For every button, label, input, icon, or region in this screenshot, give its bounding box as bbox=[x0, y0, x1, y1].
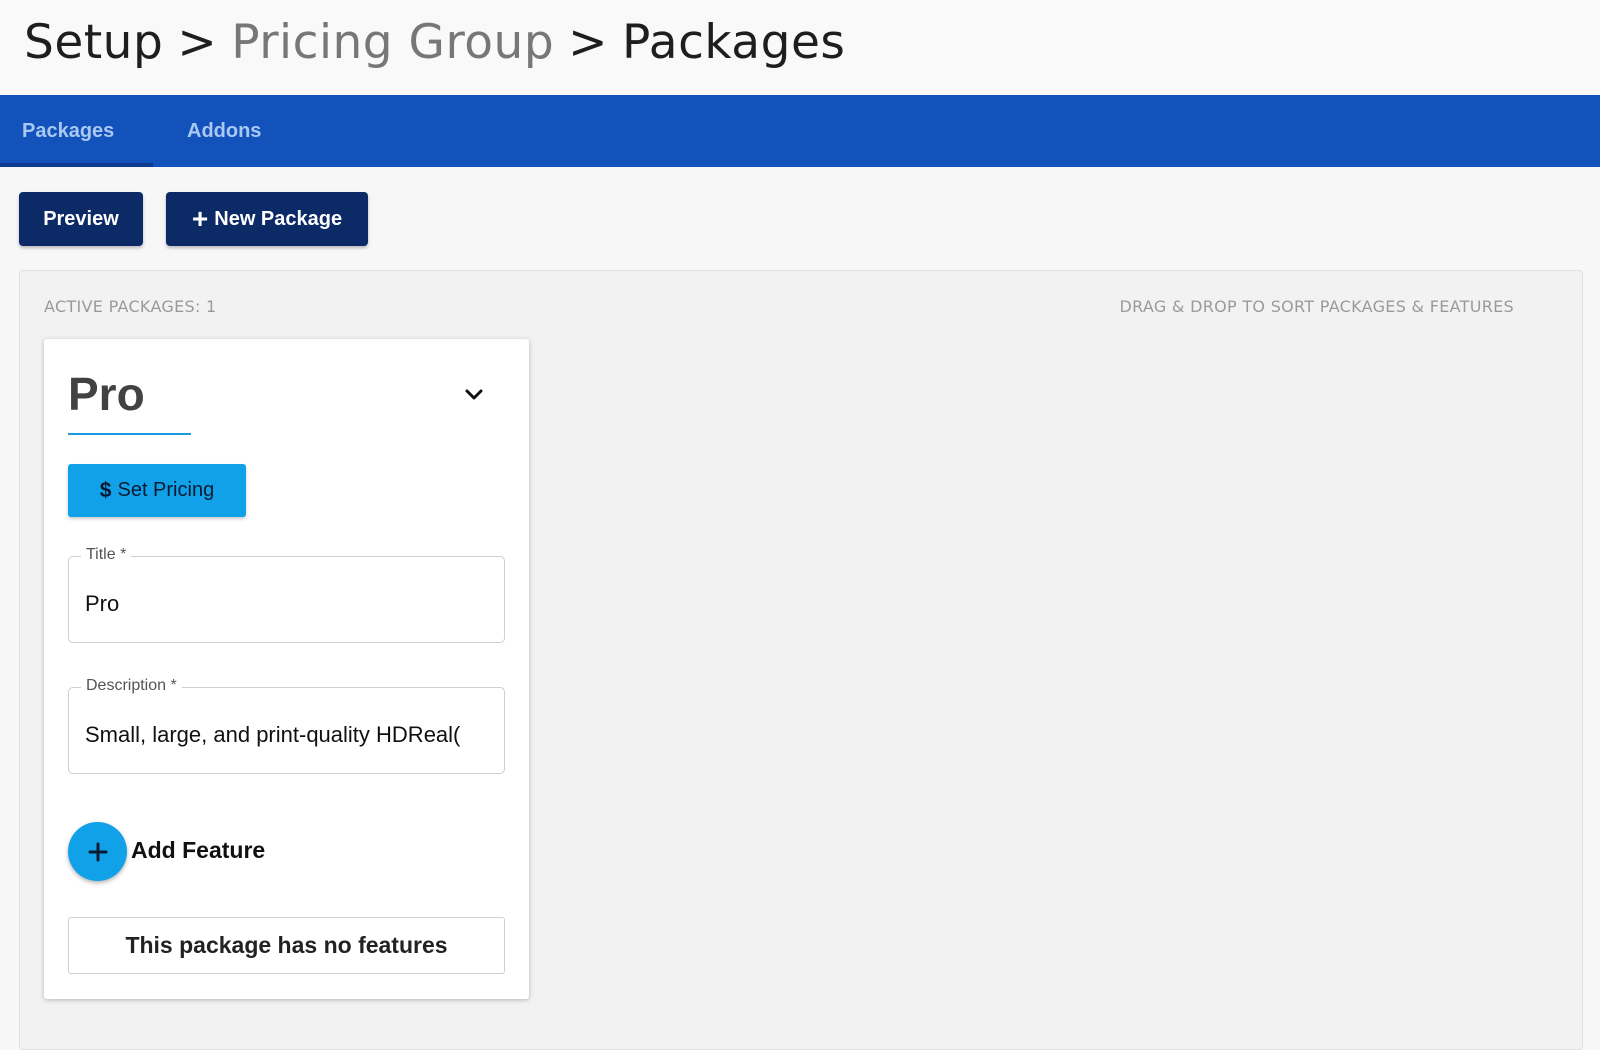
active-packages-count: ACTIVE PACKAGES: 1 bbox=[44, 297, 217, 316]
breadcrumb-separator: > bbox=[568, 15, 609, 70]
title-field-label: Title * bbox=[81, 546, 132, 564]
description-field[interactable]: Description * Small, large, and print-qu… bbox=[68, 677, 505, 774]
tab-packages[interactable]: Packages bbox=[0, 95, 153, 167]
title-field[interactable]: Title * Pro bbox=[68, 546, 505, 643]
breadcrumb-pricing-group[interactable]: Pricing Group bbox=[231, 15, 554, 70]
chevron-down-icon[interactable] bbox=[462, 383, 486, 407]
new-package-button-label: New Package bbox=[214, 207, 343, 230]
breadcrumb-setup[interactable]: Setup bbox=[24, 15, 163, 70]
dollar-icon: $ bbox=[99, 478, 112, 502]
tab-bar: Packages Addons bbox=[0, 95, 1600, 167]
breadcrumb: Setup > Pricing Group > Packages bbox=[24, 13, 845, 73]
set-pricing-label: Set Pricing bbox=[117, 479, 215, 501]
package-name: Pro bbox=[68, 368, 145, 420]
plus-icon bbox=[88, 842, 107, 861]
description-input[interactable]: Small, large, and print-quality HDReal( bbox=[85, 722, 489, 748]
no-features-message: This package has no features bbox=[68, 917, 505, 974]
title-input[interactable]: Pro bbox=[85, 591, 489, 617]
set-pricing-button[interactable]: $ Set Pricing bbox=[68, 464, 246, 517]
add-feature-label[interactable]: Add Feature bbox=[131, 837, 265, 864]
preview-button-label: Preview bbox=[43, 207, 119, 230]
plus-icon: + bbox=[191, 203, 209, 234]
package-card[interactable]: Pro $ Set Pricing Title * Pro Descriptio… bbox=[44, 339, 529, 999]
preview-button[interactable]: Preview bbox=[19, 192, 143, 246]
new-package-button[interactable]: + New Package bbox=[166, 192, 368, 246]
add-feature-button[interactable] bbox=[68, 822, 127, 881]
tab-addons[interactable]: Addons bbox=[187, 95, 261, 167]
drag-drop-hint: DRAG & DROP TO SORT PACKAGES & FEATURES bbox=[1119, 297, 1514, 316]
breadcrumb-current: Packages bbox=[622, 15, 846, 70]
page-header: Setup > Pricing Group > Packages bbox=[0, 0, 1600, 95]
description-field-label: Description * bbox=[81, 677, 182, 695]
breadcrumb-separator: > bbox=[177, 15, 218, 70]
package-name-underline bbox=[68, 433, 191, 435]
